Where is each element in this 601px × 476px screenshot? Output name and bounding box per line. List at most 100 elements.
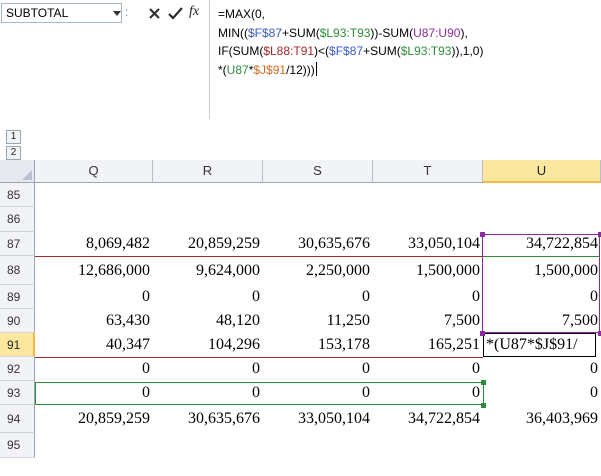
cell-q93[interactable]: 0 — [35, 381, 153, 405]
outline-level-1-button[interactable]: 1 — [6, 130, 21, 144]
cell-t90[interactable]: 7,500 — [373, 309, 483, 333]
cell-s88[interactable]: 2,250,000 — [263, 256, 373, 285]
cell-r92[interactable]: 0 — [153, 357, 263, 381]
cell-t87[interactable]: 33,050,104 — [373, 232, 483, 256]
cell-r93[interactable]: 0 — [153, 381, 263, 405]
row-header-86[interactable]: 86 — [0, 207, 35, 232]
cell-s95[interactable] — [263, 433, 373, 458]
cancel-button[interactable] — [145, 3, 164, 23]
formula-token: =MAX(0, — [218, 7, 266, 21]
cell-s90[interactable]: 11,250 — [263, 309, 373, 333]
reference-handle[interactable] — [481, 380, 486, 385]
formula-bar: SUBTOTAL : fx =MAX(0, MIN(($F$87+SUM($L93… — [0, 0, 601, 121]
cell-r90[interactable]: 48,120 — [153, 309, 263, 333]
cell-q91[interactable]: 40,347 — [35, 333, 153, 357]
cell-r85[interactable] — [153, 183, 263, 207]
cell-t95[interactable] — [373, 433, 483, 458]
cell-q89[interactable]: 0 — [35, 285, 153, 309]
formula-token: $L88:T91 — [263, 44, 315, 58]
cell-r89[interactable]: 0 — [153, 285, 263, 309]
formula-line: IF(SUM($L88:T91)<($F$87+SUM($L93:T93)),1… — [218, 42, 483, 61]
cell-u86[interactable] — [483, 207, 601, 232]
cell-u92[interactable]: 0 — [483, 357, 601, 381]
name-box[interactable]: SUBTOTAL — [1, 3, 122, 23]
cell-q94[interactable]: 20,859,259 — [35, 405, 153, 433]
cell-q86[interactable] — [35, 207, 153, 232]
cell-t86[interactable] — [373, 207, 483, 232]
cell-t93[interactable]: 0 — [373, 381, 483, 405]
formula-token: )),1,0) — [451, 44, 484, 58]
formula-text: =MAX(0, MIN(($F$87+SUM($L93:T93))-SUM(U87… — [218, 5, 483, 79]
cell-t94[interactable]: 34,722,854 — [373, 405, 483, 433]
cell-t85[interactable] — [373, 183, 483, 207]
outline-level-2-button[interactable]: 2 — [6, 146, 21, 160]
cell-u95[interactable] — [483, 433, 601, 458]
cell-q88[interactable]: 12,686,000 — [35, 256, 153, 285]
row-header-90[interactable]: 90 — [0, 309, 35, 333]
select-all-button[interactable] — [0, 160, 35, 183]
cell-q95[interactable] — [35, 433, 153, 458]
formula-input[interactable]: =MAX(0, MIN(($F$87+SUM($L93:T93))-SUM(U87… — [209, 0, 601, 119]
cell-u87[interactable]: 34,722,854 — [483, 232, 601, 256]
chevron-down-icon[interactable] — [113, 11, 121, 16]
formula-token: U87:U90 — [413, 25, 461, 40]
cell-t91[interactable]: 165,251 — [373, 333, 483, 357]
cell-q90[interactable]: 63,430 — [35, 309, 153, 333]
worksheet-grid: QRSTU 85 86 87 88 89 90 91 92 93 94 95 8,069,482 20… — [0, 160, 601, 476]
insert-function-button[interactable]: fx — [187, 3, 206, 23]
cell-t89[interactable]: 0 — [373, 285, 483, 309]
row-header-95[interactable]: 95 — [0, 433, 35, 458]
cell-r91[interactable]: 104,296 — [153, 333, 263, 357]
formula-token: $J$91 — [253, 62, 287, 77]
row-header-87[interactable]: 87 — [0, 232, 35, 256]
cell-u93[interactable]: 0 — [483, 381, 601, 405]
cell-r86[interactable] — [153, 207, 263, 232]
column-header-s[interactable]: S — [263, 160, 373, 183]
row-header-93[interactable]: 93 — [0, 381, 35, 405]
cell-q85[interactable] — [35, 183, 153, 207]
cell-s87[interactable]: 30,635,676 — [263, 232, 373, 256]
cell-s89[interactable]: 0 — [263, 285, 373, 309]
name-box-value: SUBTOTAL — [6, 6, 69, 20]
row-header-94[interactable]: 94 — [0, 405, 35, 433]
cell-s86[interactable] — [263, 207, 373, 232]
cell-u85[interactable] — [483, 183, 601, 207]
column-header-u[interactable]: U — [483, 160, 601, 183]
cell-u88[interactable]: 1,500,000 — [483, 256, 601, 285]
enter-button[interactable] — [166, 3, 185, 23]
cell-r88[interactable]: 9,624,000 — [153, 256, 263, 285]
row-header-92[interactable]: 92 — [0, 357, 35, 381]
column-header-q[interactable]: Q — [35, 160, 153, 183]
cell-u94[interactable]: 36,403,969 — [483, 405, 601, 433]
formula-token: ))-SUM( — [370, 25, 414, 40]
column-header-r[interactable]: R — [153, 160, 263, 183]
formula-line: MIN(($F$87+SUM($L93:T93))-SUM(U87:U90), — [218, 24, 483, 43]
formula-token: ), — [460, 25, 468, 40]
text-caret — [315, 61, 317, 76]
formula-line: =MAX(0, — [218, 5, 483, 24]
cell-t88[interactable]: 1,500,000 — [373, 256, 483, 285]
cell-q87[interactable]: 8,069,482 — [35, 232, 153, 256]
cell-t92[interactable]: 0 — [373, 357, 483, 381]
formula-token: $L93:T93 — [319, 25, 371, 40]
reference-handle[interactable] — [481, 403, 486, 408]
cell-s94[interactable]: 33,050,104 — [263, 405, 373, 433]
cell-u90[interactable]: 7,500 — [483, 309, 601, 333]
cell-s91[interactable]: 153,178 — [263, 333, 373, 357]
cell-u89[interactable]: 0 — [483, 285, 601, 309]
cell-s92[interactable]: 0 — [263, 357, 373, 381]
cell-q92[interactable]: 0 — [35, 357, 153, 381]
cell-s85[interactable] — [263, 183, 373, 207]
cell-r94[interactable]: 30,635,676 — [153, 405, 263, 433]
column-header-t[interactable]: T — [373, 160, 483, 183]
reference-handle[interactable] — [480, 331, 485, 336]
row-header-89[interactable]: 89 — [0, 285, 35, 309]
cell-r87[interactable]: 20,859,259 — [153, 232, 263, 256]
reference-handle[interactable] — [480, 232, 485, 237]
row-header-91[interactable]: 91 — [0, 333, 35, 357]
cell-s93[interactable]: 0 — [263, 381, 373, 405]
cell-r95[interactable] — [153, 433, 263, 458]
row-header-88[interactable]: 88 — [0, 256, 35, 285]
active-cell-editor[interactable]: *(U87*$J$91/ — [483, 333, 596, 357]
row-header-85[interactable]: 85 — [0, 183, 35, 207]
